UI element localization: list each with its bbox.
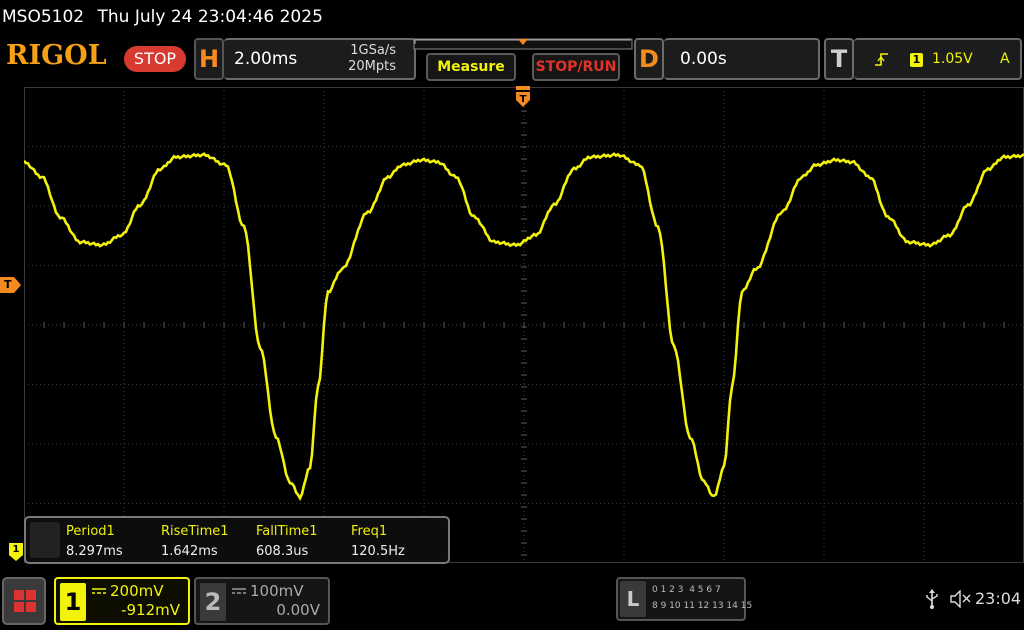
model-name: MSO5102 <box>2 7 85 27</box>
run-state-badge[interactable]: STOP <box>124 46 186 72</box>
horizontal-panel[interactable]: H 2.00ms 1GSa/s 20Mpts <box>194 38 416 80</box>
mute-icon[interactable] <box>950 590 972 608</box>
timebase-value: 2.00ms <box>234 49 298 69</box>
delay-letter: D <box>639 45 659 73</box>
dc-coupling-icon <box>232 588 246 594</box>
horizontal-letter: H <box>198 45 220 73</box>
dc-coupling-icon <box>92 588 106 594</box>
rising-edge-icon <box>875 53 888 66</box>
delay-value: 0.00s <box>680 49 727 69</box>
rigol-logo: RIGOL <box>6 40 107 71</box>
trigger-source-badge: 1 <box>910 53 923 67</box>
trigger-level: 1.05V <box>932 51 973 67</box>
logic-channels-box[interactable]: L 0 1 2 3 4 5 6 7 8 9 10 11 12 13 14 15 <box>616 577 752 621</box>
channel-1-offset-marker[interactable]: 1 <box>9 543 23 561</box>
delay-value-box: 0.00s <box>664 38 820 80</box>
title-bar: MSO5102 Thu July 24 23:04:46 2025 <box>0 0 1024 34</box>
stop-run-button[interactable]: STOP/RUN <box>532 53 620 81</box>
measurement-label: FallTime1 <box>256 524 318 539</box>
measurement-value: 608.3us <box>256 544 309 559</box>
app-menu-button[interactable] <box>2 577 46 625</box>
delay-letter-box: D <box>634 38 664 80</box>
horizontal-values: 2.00ms 1GSa/s 20Mpts <box>224 38 416 80</box>
channel-1-offset-marker-label: 1 <box>12 544 20 555</box>
trigger-level-marker[interactable]: T <box>0 277 22 293</box>
channel-1-box[interactable]: 1 200mV -912mV <box>54 577 190 625</box>
clock: 23:04 <box>975 589 1022 608</box>
measure-button[interactable]: Measure <box>426 53 516 81</box>
channel-1-number: 1 <box>60 583 86 621</box>
channel-2-scale: 100mV <box>250 582 304 600</box>
trigger-panel[interactable]: T 1 1.05V A <box>824 38 1022 80</box>
trigger-level-marker-label: T <box>4 278 12 291</box>
measurement-value: 1.642ms <box>161 544 218 559</box>
measurement-source-tab <box>30 522 60 558</box>
horizontal-letter-box: H <box>194 38 224 80</box>
delay-panel[interactable]: D 0.00s <box>634 38 820 80</box>
usb-icon <box>926 589 938 609</box>
logic-row-1: 0 1 2 3 4 5 6 7 <box>652 585 721 595</box>
measurement-panel[interactable]: Period1 8.297ms RiseTime1 1.642ms FallTime1 6… <box>24 516 450 564</box>
trigger-values: 1 1.05V A <box>854 38 1022 80</box>
memory-depth: 20Mpts <box>348 59 396 74</box>
logic-row-2: 8 9 10 11 12 13 14 15 <box>652 601 753 611</box>
channel-1-scale: 200mV <box>110 582 164 600</box>
measurement-label: RiseTime1 <box>161 524 229 539</box>
memory-overview-strip[interactable] <box>412 37 634 51</box>
measurement-value: 120.5Hz <box>351 544 405 559</box>
date-time: Thu July 24 23:04:46 2025 <box>97 7 323 27</box>
trigger-mode: A <box>1000 51 1010 67</box>
trigger-letter: T <box>830 45 848 73</box>
measurement-value: 8.297ms <box>66 544 123 559</box>
trigger-letter-box: T <box>824 38 854 80</box>
waveform-display[interactable] <box>24 87 1024 563</box>
measurement-label: Freq1 <box>351 524 388 539</box>
sample-rate: 1GSa/s <box>350 43 396 58</box>
channel-1-offset: -912mV <box>121 601 180 619</box>
measurement-label: Period1 <box>66 524 115 539</box>
channel-2-number: 2 <box>200 583 226 621</box>
channel-2-box[interactable]: 2 100mV 0.00V <box>194 577 330 625</box>
trigger-time-marker-label: T <box>520 94 527 105</box>
grid-menu-icon <box>14 590 36 612</box>
channel-2-offset: 0.00V <box>276 601 320 619</box>
trigger-time-marker[interactable]: T <box>514 86 532 110</box>
logic-letter: L <box>620 581 646 617</box>
